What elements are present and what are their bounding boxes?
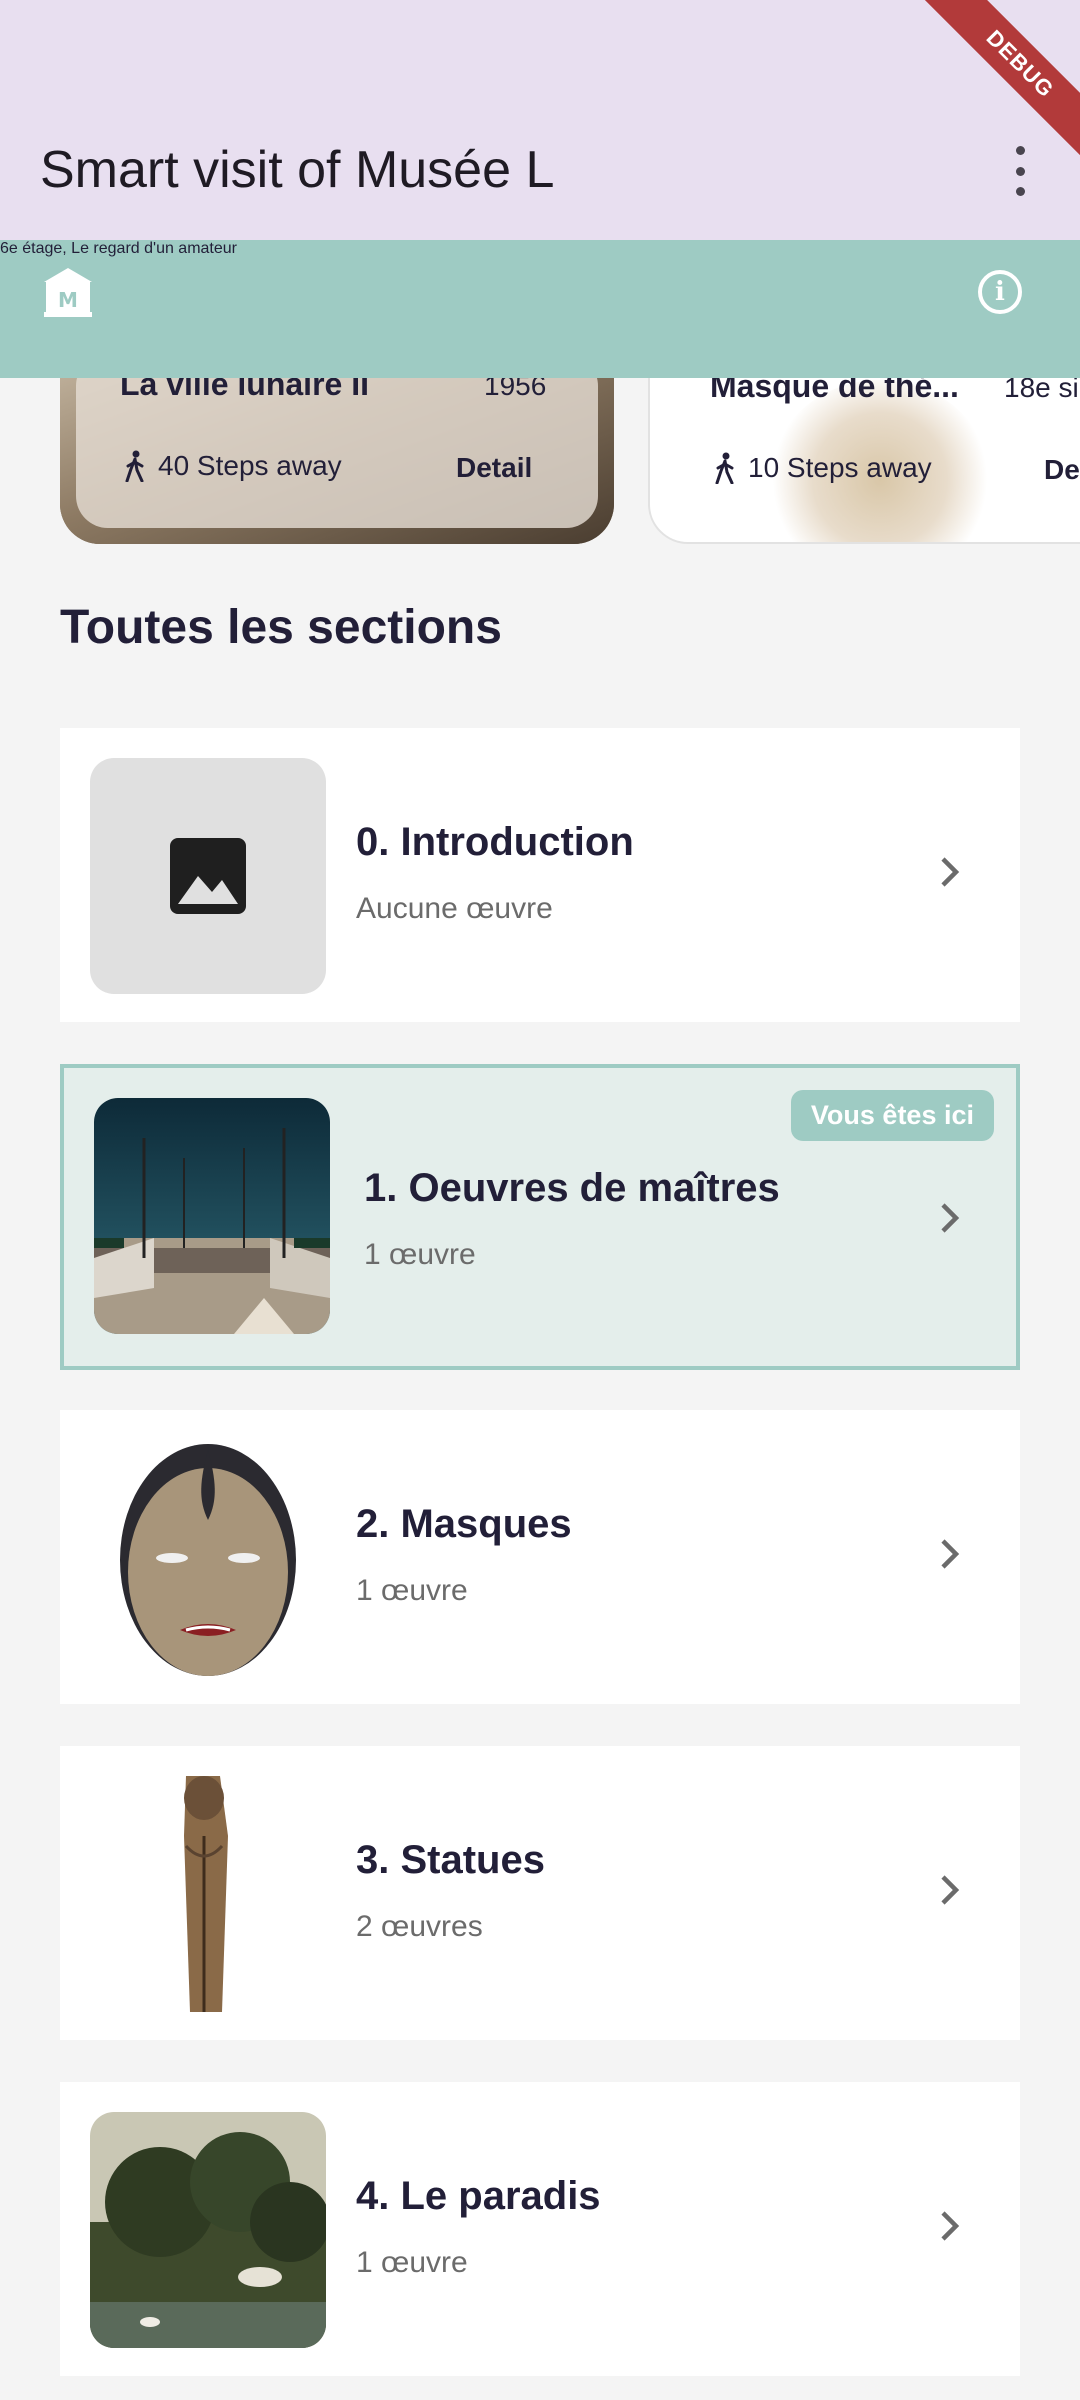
chevron-right-icon [941,1539,960,1569]
app-bar: Smart visit of Musée L [0,0,1080,240]
section-row-oeuvres-de-maitres[interactable]: Vous êtes ici 1. Oeuvres de maîtres 1 œu… [60,1064,1020,1370]
section-row-masques[interactable]: 2. Masques 1 œuvre [60,1410,1020,1704]
artwork-year: 1956 [484,378,547,401]
section-count: 2 œuvres [356,1910,483,1943]
section-count: Aucune œuvre [356,892,553,925]
section-row-le-paradis[interactable]: 4. Le paradis 1 œuvre [60,2082,1020,2376]
location-banner [0,240,1080,378]
artwork-title: Masque de thé... [710,378,959,404]
current-location-label: 6e étage, Le regard d'un amateur [0,240,237,257]
artwork-year: 18e si [1004,378,1079,403]
section-thumbnail [90,1440,326,1676]
chevron-right-icon [941,1875,960,1905]
section-row-introduction[interactable]: 0. Introduction Aucune œuvre [60,728,1020,1022]
current-location-badge: Vous êtes ici [790,1090,994,1141]
section-title: 1. Oeuvres de maîtres [364,1166,780,1210]
walking-icon [125,450,144,482]
section-thumbnail [90,2112,326,2348]
sections-heading: Toutes les sections [60,601,502,654]
section-title: 0. Introduction [356,820,634,864]
artwork-card[interactable]: Masque de thé... 18e si 10 Steps away De [648,378,1080,544]
artwork-card[interactable]: La ville lunaire II 1956 40 Steps away D… [60,378,614,544]
section-thumbnail [94,1098,330,1334]
chevron-right-icon [941,1203,960,1233]
section-count: 1 œuvre [356,1574,468,1607]
section-title: 4. Le paradis [356,2174,601,2218]
section-row-statues[interactable]: 3. Statues 2 œuvres [60,1746,1020,2040]
section-title: 3. Statues [356,1838,545,1882]
detail-button[interactable]: Detail [456,452,532,484]
svg-text:M: M [58,288,78,312]
app-title: Smart visit of Musée L [40,141,555,199]
info-icon[interactable]: i [978,270,1022,314]
artwork-title: La ville lunaire II [120,378,369,402]
chevron-right-icon [941,2211,960,2241]
detail-button[interactable]: De [1044,454,1080,486]
image-icon [170,838,246,914]
more-options-icon[interactable] [1000,146,1040,196]
section-thumbnail [90,1776,326,2012]
section-title: 2. Masques [356,1502,572,1546]
walking-icon [715,452,734,484]
artwork-distance: 10 Steps away [714,452,932,484]
steps-label: 10 Steps away [748,452,932,483]
artwork-distance: 40 Steps away [124,450,342,482]
nearby-artworks-carousel[interactable]: La ville lunaire II 1956 40 Steps away D… [0,378,1080,553]
placeholder-image [90,758,326,994]
section-count: 1 œuvre [364,1238,476,1271]
chevron-right-icon [941,857,960,887]
steps-label: 40 Steps away [158,450,342,481]
museum-icon: M [44,268,92,317]
section-count: 1 œuvre [356,2246,468,2279]
